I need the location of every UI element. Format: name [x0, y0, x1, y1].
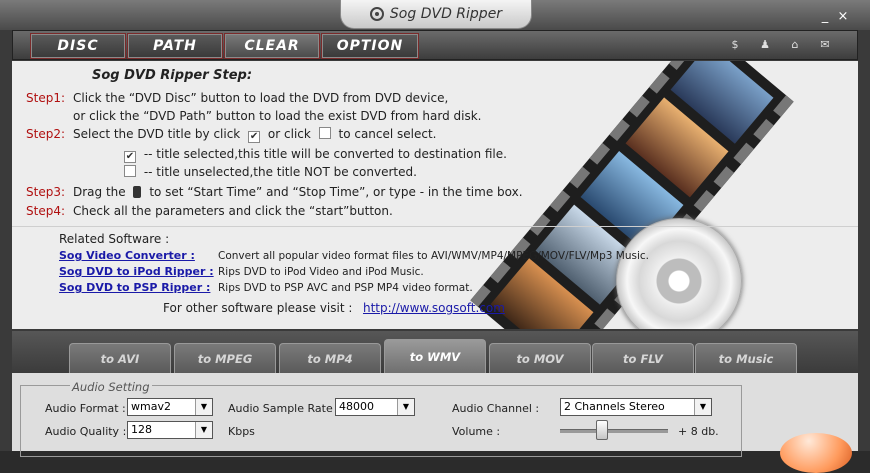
unchecked-checkbox-icon: [318, 127, 331, 139]
drag-handle-icon: [133, 186, 142, 198]
settings-panel: Audio Setting Audio Format : wmav2 ▼ Aud…: [12, 373, 858, 457]
audio-channel-select[interactable]: 2 Channels Stereo ▼: [560, 398, 712, 416]
step1-line1: Click the “DVD Disc” button to load the …: [73, 91, 449, 105]
unchecked-checkbox-icon: [124, 165, 136, 177]
start-button[interactable]: [780, 433, 852, 473]
tab-avi[interactable]: to AVI: [69, 343, 171, 373]
sog-ipod-ripper-link[interactable]: Sog DVD to iPod Ripper :: [59, 265, 214, 278]
step4-text: Check all the parameters and click the “…: [73, 204, 393, 218]
sog-psp-ripper-desc: Rips DVD to PSP AVC and PSP MP4 video fo…: [218, 282, 473, 294]
title-bar[interactable]: Sog DVD Ripper _ ×: [0, 0, 870, 30]
step2-selected-line: ✔ -- title selected,this title will be c…: [120, 147, 507, 163]
audio-quality-select[interactable]: 128 ▼: [127, 421, 213, 439]
checked-checkbox-icon: ✔: [248, 131, 261, 143]
chevron-down-icon[interactable]: ▼: [397, 399, 414, 415]
step2-unselected-text: -- title unselected,the title NOT be con…: [143, 165, 417, 179]
menu-bar: DISC PATH CLEAR OPTION $ ♟ ⌂ ✉: [12, 30, 858, 60]
disc-button[interactable]: DISC: [30, 33, 126, 59]
step2-line: Select the DVD title by click ✔ or click…: [73, 127, 437, 143]
title-tab: Sog DVD Ripper: [340, 0, 532, 29]
volume-label: Volume :: [452, 425, 501, 438]
tab-music[interactable]: to Music: [695, 343, 797, 373]
website-link[interactable]: http://www.sogsoft.com: [363, 301, 505, 315]
step3-pre-text: Drag the: [73, 185, 126, 199]
tab-mpeg[interactable]: to MPEG: [174, 343, 276, 373]
close-button[interactable]: ×: [836, 10, 850, 24]
checked-checkbox-icon: ✔: [124, 151, 136, 163]
step2-label: Step2:: [26, 127, 65, 141]
audio-channel-label: Audio Channel :: [452, 402, 540, 415]
step1-label: Step1:: [26, 91, 65, 105]
app-window: Sog DVD Ripper _ × DISC PATH CLEAR OPTIO…: [0, 0, 870, 473]
audio-channel-value: 2 Channels Stereo: [564, 400, 665, 413]
step3-post-text: to set “Start Time” and “Stop Time”, or …: [149, 185, 523, 199]
volume-slider-thumb[interactable]: [596, 420, 608, 440]
sog-video-converter-desc: Convert all popular video format files t…: [218, 250, 650, 262]
tab-wmv[interactable]: to WMV: [384, 339, 486, 373]
audio-quality-value: 128: [131, 423, 152, 436]
step2-pre-text: Select the DVD title by click: [73, 127, 241, 141]
step2-unselected-line: -- title unselected,the title NOT be con…: [120, 165, 417, 179]
dollar-icon[interactable]: $: [728, 39, 742, 51]
step3-line: Drag the to set “Start Time” and “Stop T…: [73, 185, 523, 199]
chevron-down-icon[interactable]: ▼: [195, 399, 212, 415]
disc-logo-icon: [369, 7, 384, 21]
audio-setting-title: Audio Setting: [70, 380, 152, 394]
instructions-panel: Sog DVD Ripper Step: Step1: Click the “D…: [12, 61, 858, 329]
step3-label: Step3:: [26, 185, 65, 199]
format-tab-bar: to AVI to MPEG to MP4 to WMV to MOV to F…: [12, 331, 858, 373]
divider: [12, 226, 858, 227]
step4-label: Step4:: [26, 204, 65, 218]
audio-format-value: wmav2: [131, 400, 171, 413]
volume-value: + 8 db.: [678, 425, 719, 438]
tab-mov[interactable]: to MOV: [489, 343, 591, 373]
audio-quality-label: Audio Quality :: [45, 425, 127, 438]
window-title: Sog DVD Ripper: [389, 6, 503, 22]
step1-line2: or click the “DVD Path” button to load t…: [73, 109, 482, 123]
home-icon[interactable]: ⌂: [788, 39, 802, 51]
audio-sample-rate-label: Audio Sample Rate :: [228, 402, 340, 415]
mail-icon[interactable]: ✉: [818, 39, 832, 51]
audio-quality-unit: Kbps: [228, 425, 255, 438]
option-button[interactable]: OPTION: [321, 33, 419, 59]
audio-sample-rate-value: 48000: [339, 400, 374, 413]
related-software-title: Related Software :: [59, 232, 170, 246]
audio-sample-rate-select[interactable]: 48000 ▼: [335, 398, 415, 416]
path-button[interactable]: PATH: [127, 33, 223, 59]
tab-flv[interactable]: to FLV: [592, 343, 694, 373]
clear-button[interactable]: CLEAR: [224, 33, 320, 59]
user-icon[interactable]: ♟: [758, 39, 772, 51]
minimize-button[interactable]: _: [818, 10, 832, 24]
visit-label: For other software please visit :: [163, 301, 353, 315]
volume-slider[interactable]: [560, 429, 668, 433]
chevron-down-icon[interactable]: ▼: [195, 422, 212, 438]
sog-video-converter-link[interactable]: Sog Video Converter :: [59, 249, 195, 262]
step2-mid-text: or click: [267, 127, 311, 141]
dvd-disc-graphic: [616, 218, 742, 329]
audio-format-select[interactable]: wmav2 ▼: [127, 398, 213, 416]
chevron-down-icon[interactable]: ▼: [694, 399, 711, 415]
audio-format-label: Audio Format :: [45, 402, 126, 415]
steps-header: Sog DVD Ripper Step:: [92, 68, 253, 83]
step2-selected-text: -- title selected,this title will be con…: [143, 147, 507, 161]
sog-ipod-ripper-desc: Rips DVD to iPod Video and iPod Music.: [218, 266, 424, 278]
step2-post-text: to cancel select.: [338, 127, 437, 141]
sog-psp-ripper-link[interactable]: Sog DVD to PSP Ripper :: [59, 281, 210, 294]
tab-mp4[interactable]: to MP4: [279, 343, 381, 373]
